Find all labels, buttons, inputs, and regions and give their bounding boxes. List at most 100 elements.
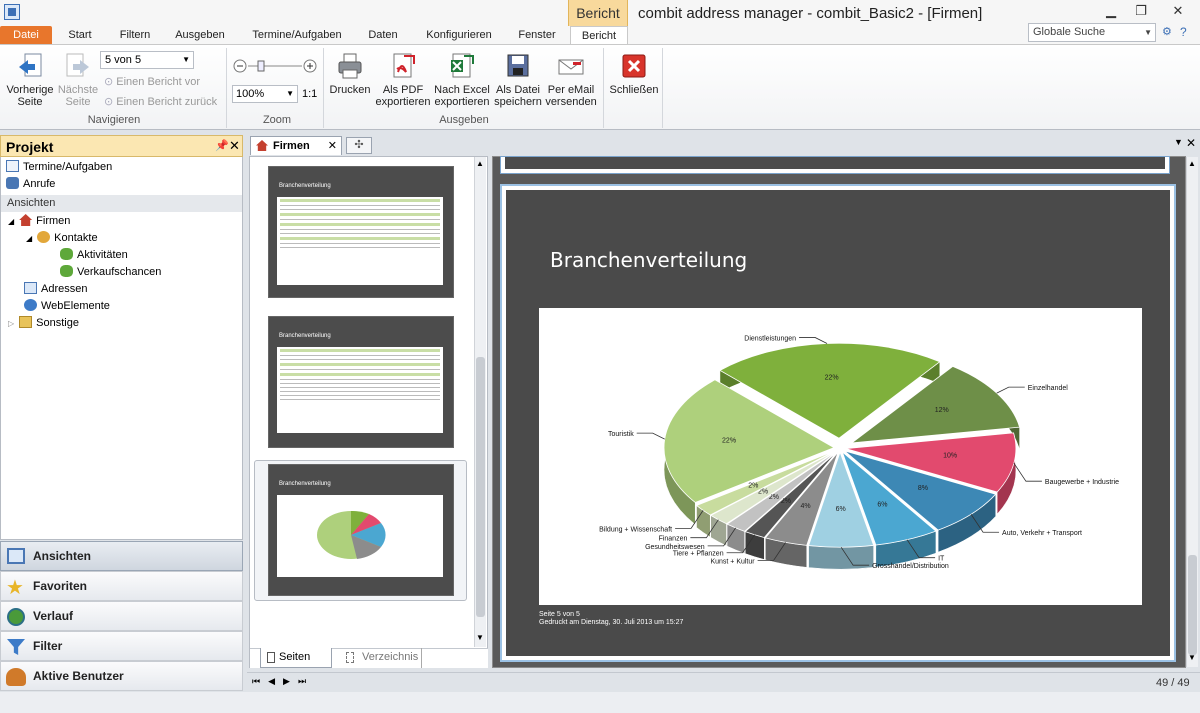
zoom-slider[interactable] — [232, 58, 318, 74]
next-page-label: Nächste Seite — [57, 84, 99, 108]
nav-ansichten[interactable]: Ansichten — [0, 541, 243, 571]
pie-leader-line — [799, 337, 828, 344]
tree-item-adressen[interactable]: Adressen — [24, 281, 87, 298]
tree-item-webelemente[interactable]: WebElemente — [24, 298, 110, 315]
tree-item-aktivitaeten[interactable]: Aktivitäten — [60, 247, 128, 264]
prev-record-icon[interactable]: ◀ — [268, 676, 283, 686]
pin-icon[interactable]: 📌 — [215, 139, 229, 152]
tab-bericht[interactable]: Bericht — [570, 26, 628, 45]
prev-report-button[interactable]: ⊙ Einen Bericht vor — [104, 75, 200, 88]
save-file-button[interactable]: Als Datei speichern — [494, 52, 542, 108]
project-panel-title: Projekt — [6, 139, 54, 155]
close-icon[interactable]: ✕ — [1186, 136, 1196, 150]
next-record-icon[interactable]: ▶ — [283, 676, 298, 686]
scroll-down-icon[interactable]: ▼ — [476, 633, 484, 642]
thumbnail-page-5[interactable]: Branchenverteilung — [268, 464, 454, 596]
tree-expanded-icon[interactable]: ◢ — [8, 217, 14, 226]
tree-item-label: Adressen — [41, 283, 88, 295]
tab-ausgeben[interactable]: Ausgeben — [170, 26, 230, 44]
tree-item-label: Firmen — [36, 215, 71, 227]
arrow-left-page-icon — [19, 53, 42, 77]
close-icon[interactable]: ✕ — [328, 137, 337, 155]
prev-page-label: Vorherige Seite — [6, 84, 54, 108]
thumbnail-page-3[interactable]: Branchenverteilung — [268, 166, 454, 298]
scrollbar-thumb[interactable] — [476, 357, 485, 617]
tree-item-firmen[interactable]: ◢ Firmen — [8, 213, 70, 230]
scrollbar-thumb[interactable] — [1188, 555, 1197, 655]
tree-item-verkaufschancen[interactable]: Verkaufschancen — [60, 264, 161, 281]
tab-start[interactable]: Start — [60, 26, 100, 44]
page-select[interactable]: 5 von 5 ▼ — [100, 51, 194, 69]
export-excel-button[interactable]: Nach Excel exportieren — [432, 52, 492, 108]
thumbnail-page-4[interactable]: Branchenverteilung — [268, 316, 454, 448]
global-search-input[interactable]: Globale Suche ▼ — [1028, 23, 1156, 42]
search-options-icon[interactable]: ⚙ — [1162, 25, 1172, 38]
tree-item-kontakte[interactable]: ◢ Kontakte — [26, 230, 98, 247]
close-window-icon[interactable]: ✕ — [1160, 2, 1196, 20]
panel-item-termine[interactable]: Termine/Aufgaben — [6, 159, 112, 176]
pie-leader-line — [1013, 462, 1042, 482]
filter-icon — [7, 639, 25, 655]
pie-slice-value-label: 22% — [722, 437, 736, 444]
minimize-icon[interactable]: ▁ — [1100, 2, 1122, 20]
scroll-up-icon[interactable]: ▲ — [1188, 159, 1196, 168]
footer-page: Seite 5 von 5 — [539, 611, 580, 618]
globe-icon — [24, 299, 37, 311]
tab-filtern[interactable]: Filtern — [112, 26, 158, 44]
scroll-down-icon[interactable]: ▼ — [1188, 653, 1196, 662]
last-record-icon[interactable]: ⏭ — [298, 676, 314, 686]
zoom-select[interactable]: 100% ▼ — [232, 85, 298, 103]
pie-slice-value-label: 6% — [877, 501, 887, 508]
prev-page-button[interactable]: Vorherige Seite — [4, 52, 56, 108]
prev-report-label: Einen Bericht vor — [116, 76, 201, 88]
print-button[interactable]: Drucken — [328, 52, 372, 96]
nav-verlauf[interactable]: Verlauf — [0, 601, 243, 631]
zoom-slider-icon — [233, 59, 317, 73]
tab-seiten[interactable]: Seiten — [260, 648, 332, 668]
pie-leader-line — [996, 386, 1025, 394]
first-record-icon[interactable]: ⏮ — [252, 676, 268, 686]
chevron-down-icon[interactable]: ▼ — [1144, 24, 1152, 41]
thumbnail-pie-chart — [317, 510, 386, 559]
pie-category-label: Bildung + Wissenschaft — [599, 526, 672, 533]
help-icon[interactable]: ? — [1180, 25, 1187, 39]
close-icon[interactable]: ✕ — [229, 138, 240, 154]
arrow-up-icon: ⊙ — [104, 76, 117, 88]
tree-item-sonstige[interactable]: ▷ Sonstige — [8, 315, 79, 332]
export-pdf-button[interactable]: Als PDF exportieren — [374, 52, 432, 108]
close-preview-button[interactable]: Schließen — [607, 52, 661, 96]
panel-item-anrufe[interactable]: Anrufe — [6, 176, 55, 193]
doc-tab-firmen[interactable]: Firmen ✕ — [250, 136, 342, 155]
preview-scrollbar[interactable]: ▲ ▼ — [1186, 157, 1198, 667]
chevron-down-icon[interactable]: ▼ — [182, 52, 190, 68]
restore-icon[interactable]: ❐ — [1130, 2, 1152, 20]
chevron-down-icon[interactable]: ▼ — [286, 86, 294, 102]
export-excel-label: Nach Excel exportieren — [434, 84, 490, 108]
divider — [662, 48, 663, 128]
zoom-ratio-button[interactable]: 1:1 — [302, 88, 317, 100]
tab-konfigurieren[interactable]: Konfigurieren — [418, 26, 500, 44]
scroll-up-icon[interactable]: ▲ — [476, 159, 484, 168]
app-icon[interactable] — [4, 4, 20, 20]
next-report-button[interactable]: ⊙ Einen Bericht zurück — [104, 95, 217, 108]
pie-leader-line — [636, 432, 665, 440]
next-page-button[interactable]: Nächste Seite — [56, 52, 100, 108]
tab-datei[interactable]: Datei — [0, 26, 52, 44]
tab-daten[interactable]: Daten — [362, 26, 404, 44]
nav-filter[interactable]: Filter — [0, 631, 243, 661]
send-email-button[interactable]: Per eMail versenden — [544, 52, 598, 108]
tree-collapsed-icon[interactable]: ▷ — [8, 319, 14, 328]
close-red-icon — [622, 54, 646, 78]
thumbnails-scrollbar[interactable]: ▲ ▼ — [474, 157, 486, 647]
pie-slice-value-label: 12% — [935, 407, 949, 414]
tab-fenster[interactable]: Fenster — [512, 26, 562, 44]
group-zoom-label: Zoom — [262, 114, 292, 126]
tab-verzeichnis[interactable]: Verzeichnis — [342, 648, 422, 668]
tab-termine[interactable]: Termine/Aufgaben — [245, 26, 349, 44]
tree-expanded-icon[interactable]: ◢ — [26, 234, 32, 243]
nav-aktive-benutzer[interactable]: Aktive Benutzer — [0, 661, 243, 691]
pie-slice-value-label: 22% — [825, 374, 839, 381]
new-tab-button[interactable]: ✣ — [346, 137, 372, 154]
nav-favoriten[interactable]: ★ Favoriten — [0, 571, 243, 601]
tab-list-dropdown-icon[interactable]: ▼ — [1174, 137, 1183, 147]
